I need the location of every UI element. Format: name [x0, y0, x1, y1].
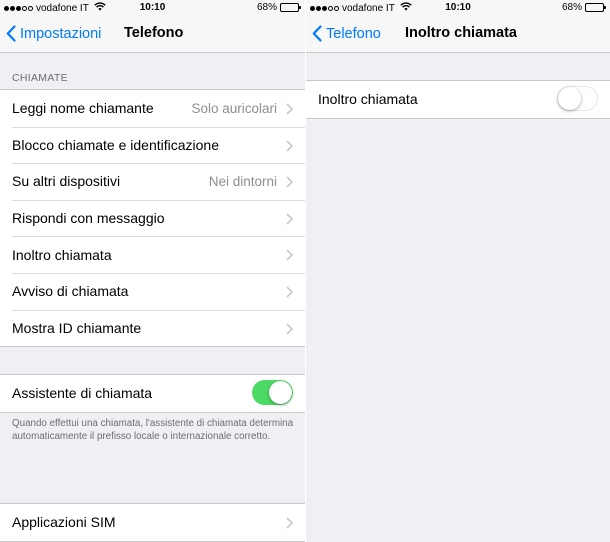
forwarding-group: Inoltro chiamata	[306, 80, 610, 119]
row-blocco-chiamate[interactable]: Blocco chiamate e identificazione	[0, 126, 305, 164]
row-label: Mostra ID chiamante	[12, 319, 142, 336]
row-label: Leggi nome chiamante	[12, 100, 154, 117]
back-chevron-icon	[6, 25, 16, 42]
row-value: Nei dintorni	[208, 173, 277, 189]
calls-settings-group: Leggi nome chiamante Solo auricolari Blo…	[0, 89, 305, 348]
row-label: Blocco chiamate e identificazione	[12, 136, 220, 153]
disclosure-chevron-icon	[286, 322, 293, 335]
status-bar: vodafone IT 10:10 68%	[306, 0, 610, 16]
assistant-group: Assistente di chiamata	[0, 374, 305, 413]
row-rispondi-con-messaggio[interactable]: Rispondi con messaggio	[0, 199, 305, 237]
toggle-knob	[269, 381, 292, 404]
row-label: Rispondi con messaggio	[12, 210, 165, 227]
battery-icon	[280, 3, 301, 12]
back-button[interactable]: Telefono	[312, 25, 381, 42]
page-title: Inoltro chiamata	[405, 25, 517, 41]
row-applicazioni-sim[interactable]: Applicazioni SIM	[0, 504, 305, 541]
sim-group: Applicazioni SIM	[0, 503, 305, 542]
navigation-bar: Telefono Inoltro chiamata	[306, 16, 610, 53]
row-label: Assistente di chiamata	[12, 385, 153, 402]
page-title: Telefono	[124, 25, 184, 41]
disclosure-chevron-icon	[286, 103, 293, 115]
section-header-chiamate: CHIAMATE	[12, 72, 68, 84]
row-inoltro-chiamata[interactable]: Inoltro chiamata	[0, 236, 305, 273]
phone-settings-screen: vodafone IT 10:10 68% Impostazioni Telef…	[0, 0, 305, 542]
row-assistente-di-chiamata: Assistente di chiamata	[0, 375, 305, 412]
back-button-label: Telefono	[326, 25, 381, 42]
disclosure-chevron-icon	[286, 517, 293, 529]
row-value: Solo auricolari	[191, 100, 277, 116]
battery-icon	[585, 3, 606, 12]
disclosure-chevron-icon	[286, 213, 293, 225]
battery-group: 68%	[561, 2, 606, 13]
back-chevron-icon	[312, 25, 322, 42]
back-button-label: Impostazioni	[20, 25, 102, 42]
battery-group: 68%	[256, 2, 301, 13]
row-leggi-nome-chiamante[interactable]: Leggi nome chiamante Solo auricolari	[0, 90, 305, 127]
disclosure-chevron-icon	[286, 176, 293, 188]
assistant-footer-text: Quando effettui una chiamata, l'assisten…	[12, 418, 294, 442]
battery-percent: 68%	[256, 2, 277, 13]
navigation-bar: Impostazioni Telefono	[0, 16, 305, 53]
row-label: Avviso di chiamata	[12, 283, 129, 300]
battery-percent: 68%	[561, 2, 582, 13]
row-label: Inoltro chiamata	[12, 246, 112, 263]
disclosure-chevron-icon	[286, 140, 293, 152]
disclosure-chevron-icon	[286, 286, 293, 298]
row-su-altri-dispositivi[interactable]: Su altri dispositivi Nei dintorni	[0, 163, 305, 200]
back-button[interactable]: Impostazioni	[6, 25, 101, 42]
row-avviso-di-chiamata[interactable]: Avviso di chiamata	[0, 272, 305, 310]
row-mostra-id-chiamante[interactable]: Mostra ID chiamante	[0, 309, 305, 347]
phone-call-forwarding-screen: vodafone IT 10:10 68% Telefono Inoltro c…	[306, 0, 610, 542]
row-label: Su altri dispositivi	[12, 173, 121, 190]
status-bar: vodafone IT 10:10 68%	[0, 0, 305, 16]
row-label: Applicazioni SIM	[12, 514, 116, 531]
assistant-toggle[interactable]	[252, 380, 293, 405]
call-forwarding-toggle[interactable]	[557, 86, 598, 111]
disclosure-chevron-icon	[286, 249, 293, 261]
toggle-knob	[558, 87, 581, 110]
row-label: Inoltro chiamata	[318, 91, 418, 108]
row-inoltro-chiamata-toggle: Inoltro chiamata	[306, 81, 610, 118]
